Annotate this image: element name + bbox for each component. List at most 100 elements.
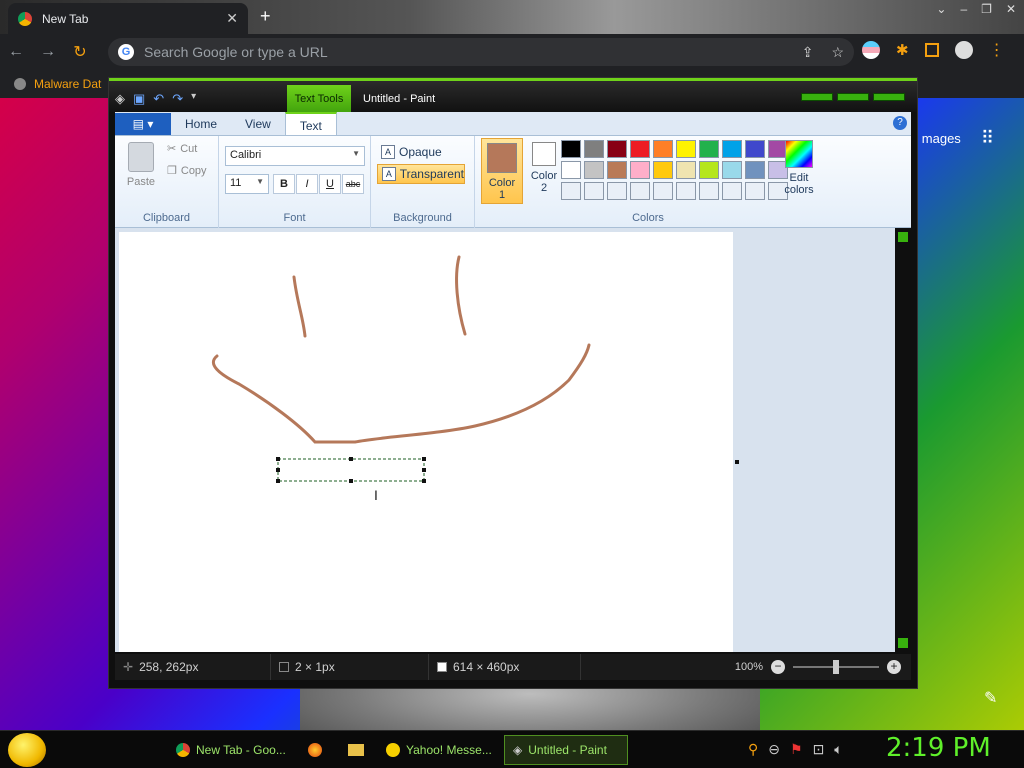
italic-button[interactable]: I — [296, 174, 318, 194]
palette-swatch[interactable] — [745, 182, 765, 200]
palette-swatch[interactable] — [607, 161, 627, 179]
customize-qa-icon[interactable]: ▾ — [191, 91, 196, 107]
tab-new-tab[interactable]: New Tab ✕ — [8, 3, 248, 34]
close-tab-icon[interactable]: ✕ — [226, 10, 238, 27]
palette-swatch[interactable] — [561, 140, 581, 158]
palette-swatch[interactable] — [745, 140, 765, 158]
palette-swatch[interactable] — [676, 161, 696, 179]
zoom-out-button[interactable]: − — [771, 660, 785, 674]
opaque-button[interactable]: A Opaque — [377, 142, 465, 162]
scroll-up-button[interactable] — [898, 232, 908, 242]
palette-swatch[interactable] — [584, 140, 604, 158]
redo-icon[interactable]: ↷ — [172, 91, 183, 107]
palette-swatch[interactable] — [676, 140, 696, 158]
paint-window-title: Untitled - Paint — [363, 93, 436, 105]
paint-maximize-button[interactable] — [837, 93, 869, 101]
minimize-icon[interactable]: – — [960, 2, 967, 16]
palette-swatch[interactable] — [699, 161, 719, 179]
images-link[interactable]: mages — [922, 131, 961, 146]
zoom-in-button[interactable]: + — [887, 660, 901, 674]
puzzle-icon[interactable]: ✱ — [896, 41, 909, 59]
paint-minimize-button[interactable] — [801, 93, 833, 101]
close-window-icon[interactable]: ✕ — [1006, 2, 1016, 16]
chevron-down-icon[interactable]: ⌄ — [936, 2, 946, 16]
task-paint[interactable]: ◈ Untitled - Paint — [504, 735, 628, 765]
palette-swatch[interactable] — [607, 140, 627, 158]
taskbar-clock[interactable]: 2:19 PM — [886, 733, 991, 763]
underline-button[interactable]: U — [319, 174, 341, 194]
customize-pencil-icon[interactable]: ✎ — [984, 688, 997, 708]
edit-colors-button[interactable]: Edit colors — [779, 138, 819, 196]
network-icon[interactable]: ⊡ — [813, 741, 825, 758]
task-yahoo-messenger[interactable]: Yahoo! Messe... — [378, 735, 500, 765]
palette-swatch[interactable] — [722, 161, 742, 179]
profile-avatar[interactable] — [954, 41, 973, 59]
forward-icon[interactable]: → — [32, 43, 64, 61]
help-icon[interactable]: ? — [893, 116, 907, 130]
palette-swatch[interactable] — [630, 182, 650, 200]
task-firefox[interactable] — [300, 735, 330, 765]
palette-swatch[interactable] — [699, 182, 719, 200]
palette-swatch[interactable] — [722, 140, 742, 158]
flag-icon[interactable]: ⚑ — [790, 741, 803, 758]
start-button[interactable] — [8, 733, 46, 767]
star-icon[interactable]: ☆ — [831, 44, 844, 61]
tab-view[interactable]: View — [231, 112, 285, 135]
palette-swatch[interactable] — [630, 140, 650, 158]
side-panel-icon[interactable] — [924, 43, 939, 57]
file-menu-button[interactable]: ▤ ▾ — [115, 113, 171, 135]
palette-swatch[interactable] — [699, 140, 719, 158]
transparent-button[interactable]: A Transparent — [377, 164, 465, 184]
crosshair-icon: ✛ — [123, 660, 134, 674]
bold-button[interactable]: B — [273, 174, 295, 194]
flag-extension-icon[interactable] — [862, 41, 880, 59]
share-icon[interactable]: ⇪ — [802, 44, 814, 61]
paint-app-icon[interactable]: ◈ — [115, 91, 125, 107]
paste-button[interactable]: Paste — [123, 142, 159, 188]
palette-swatch[interactable] — [653, 140, 673, 158]
save-icon[interactable]: ▣ — [133, 91, 145, 107]
undo-icon[interactable]: ↶ — [153, 91, 164, 107]
font-size-select[interactable]: 11 ▼ — [225, 174, 269, 194]
canvas-resize-handle[interactable] — [735, 460, 739, 464]
kebab-menu-icon[interactable]: ⋮ — [989, 40, 1005, 60]
tab-home[interactable]: Home — [171, 112, 231, 135]
vertical-scrollbar[interactable] — [895, 228, 911, 652]
palette-swatch[interactable] — [676, 182, 696, 200]
bookmark-malware[interactable]: Malware Dat — [34, 77, 101, 91]
opaque-label: Opaque — [399, 145, 442, 159]
palette-swatch[interactable] — [630, 161, 650, 179]
paint-close-button[interactable] — [873, 93, 905, 101]
color1-button[interactable]: Color 1 — [481, 138, 523, 204]
status-icon[interactable]: ⊖ — [768, 741, 780, 758]
palette-swatch[interactable] — [561, 182, 581, 200]
tab-text[interactable]: Text — [284, 112, 337, 135]
palette-swatch[interactable] — [653, 161, 673, 179]
palette-swatch[interactable] — [584, 182, 604, 200]
font-family-select[interactable]: Calibri ▼ — [225, 146, 365, 166]
palette-swatch[interactable] — [722, 182, 742, 200]
back-icon[interactable]: ← — [0, 43, 32, 61]
palette-swatch[interactable] — [561, 161, 581, 179]
zoom-slider-knob[interactable] — [833, 660, 839, 674]
scroll-down-button[interactable] — [898, 638, 908, 648]
maximize-icon[interactable]: ❐ — [981, 2, 992, 16]
drawing-canvas[interactable]: I — [119, 232, 733, 652]
copy-button[interactable]: ❐ Copy — [167, 164, 207, 178]
palette-swatch[interactable] — [745, 161, 765, 179]
reload-icon[interactable]: ↻ — [64, 42, 96, 62]
search-icon[interactable]: ⚲ — [748, 741, 758, 758]
omnibox[interactable]: G Search Google or type a URL ⇪ ☆ — [108, 38, 854, 66]
palette-swatch[interactable] — [607, 182, 627, 200]
palette-swatch[interactable] — [584, 161, 604, 179]
palette-swatch[interactable] — [653, 182, 673, 200]
color2-button[interactable]: Color 2 — [523, 138, 565, 204]
zoom-slider[interactable] — [793, 660, 879, 674]
new-tab-button[interactable]: + — [260, 6, 271, 27]
cut-button[interactable]: ✂ Cut — [167, 142, 197, 156]
apps-grid-icon[interactable]: ⠿ — [981, 128, 994, 149]
volume-icon[interactable]: 🔈︎ — [834, 741, 842, 758]
task-chrome[interactable]: New Tab - Goo... — [168, 735, 294, 765]
task-folder[interactable] — [340, 735, 372, 765]
strikethrough-button[interactable]: abc — [342, 174, 364, 194]
